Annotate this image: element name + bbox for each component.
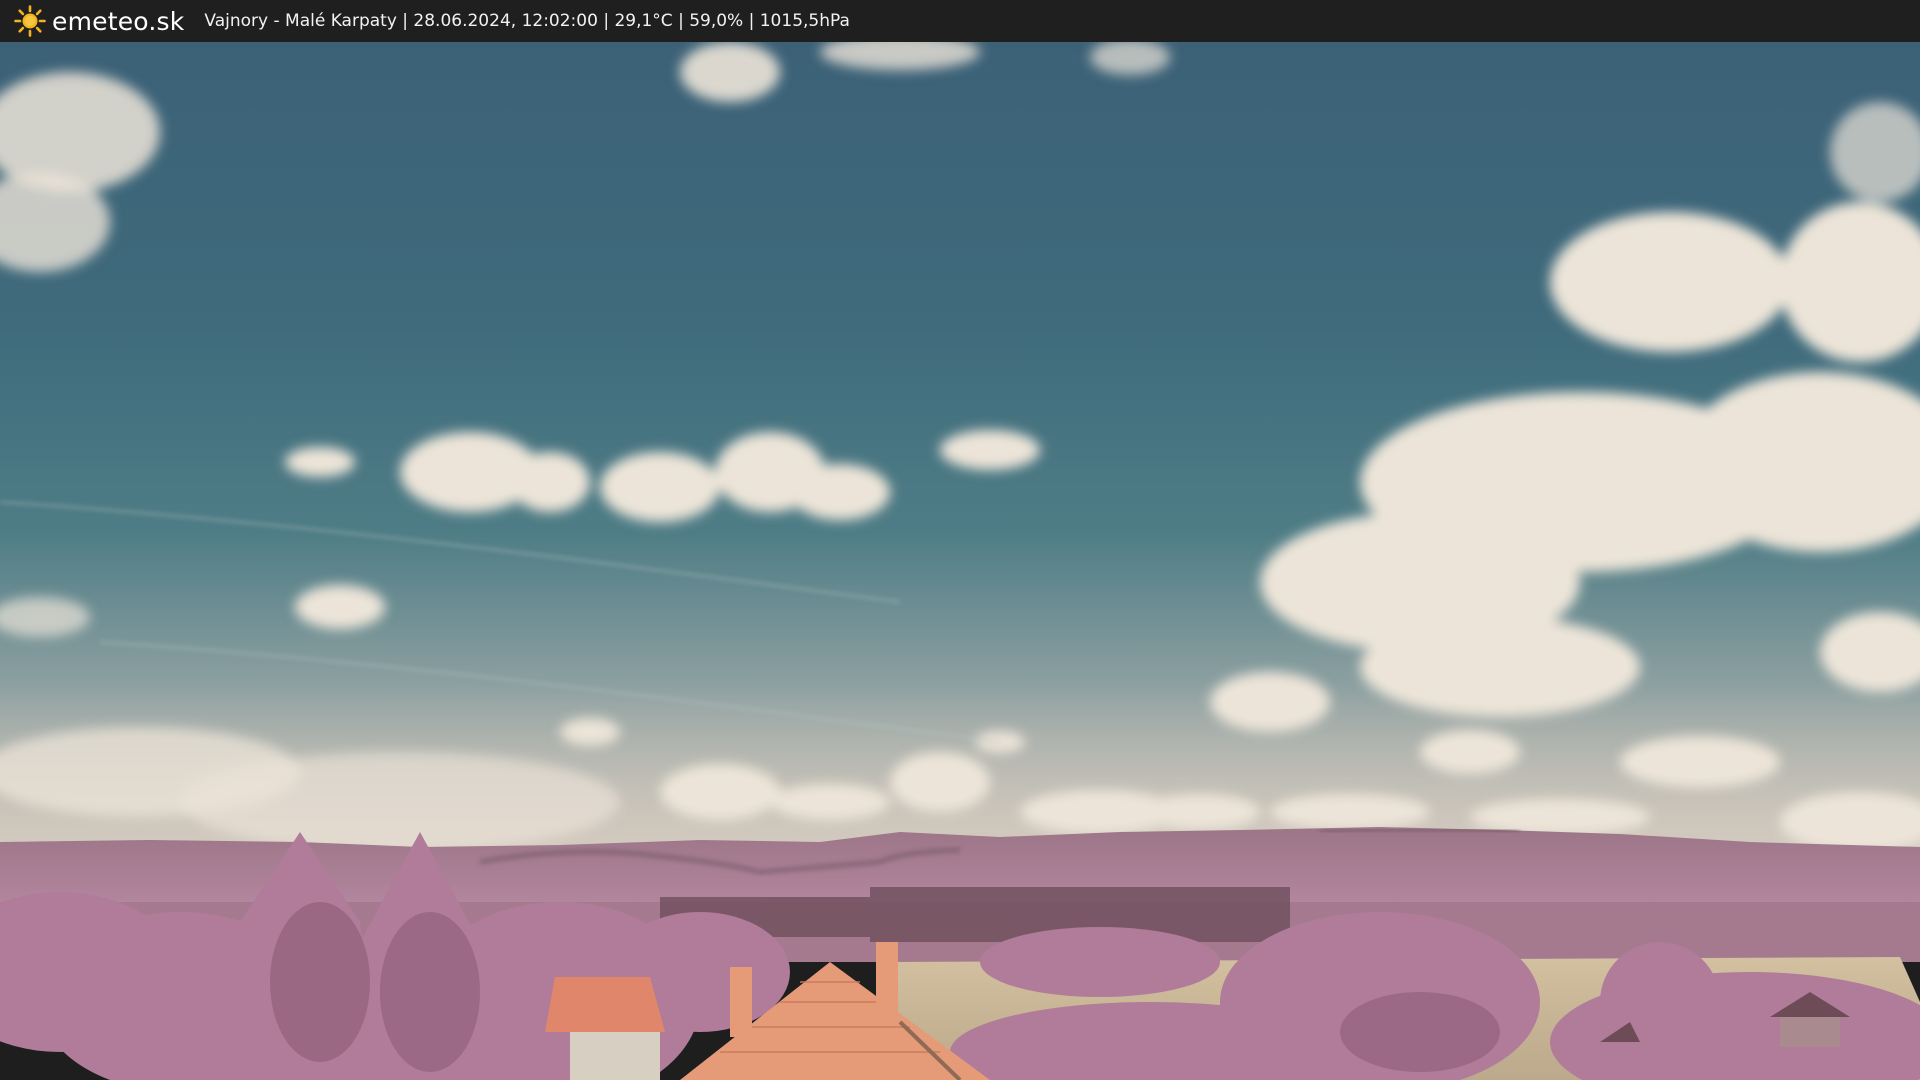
top-bar: emeteo.sk Vajnory - Malé Karpaty | 28.06… — [0, 0, 1920, 42]
webcam-page: emeteo.sk Vajnory - Malé Karpaty | 28.06… — [0, 0, 1920, 1080]
brand-name: emeteo.sk — [52, 6, 185, 36]
logo[interactable]: emeteo.sk — [14, 0, 184, 42]
sun-icon — [14, 5, 46, 37]
webcam-image — [0, 42, 1920, 1080]
weather-caption: Vajnory - Malé Karpaty | 28.06.2024, 12:… — [204, 11, 850, 31]
